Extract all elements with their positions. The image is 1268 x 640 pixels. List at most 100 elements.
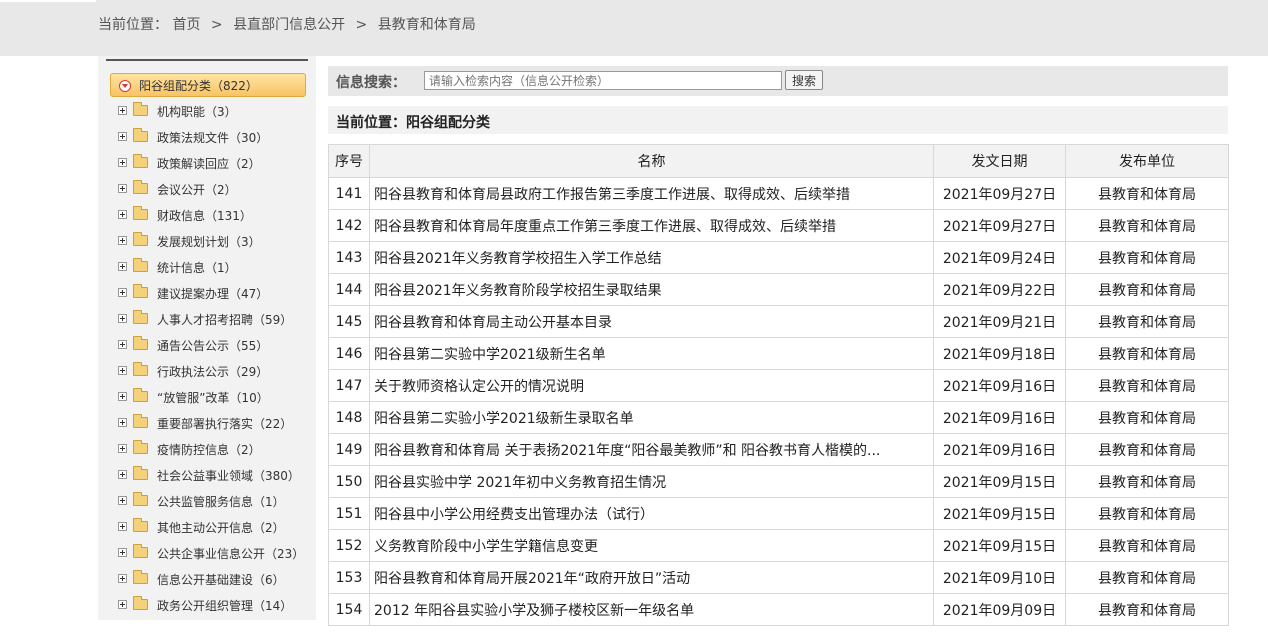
expand-plus-icon[interactable] <box>118 340 127 349</box>
tree-item[interactable]: 其他主动公开信息（2） <box>118 518 314 537</box>
column-header-name: 名称 <box>369 144 934 178</box>
collapse-arrow-icon[interactable] <box>119 80 131 92</box>
tree-item[interactable]: 公共企事业信息公开（23） <box>118 544 314 563</box>
row-title-link[interactable]: 阳谷县教育和体育局县政府工作报告第三季度工作进展、取得成效、后续举措 <box>369 177 934 210</box>
tree-item[interactable]: “放管服”改革（10） <box>118 388 314 407</box>
expand-plus-icon[interactable] <box>118 184 127 193</box>
row-unit-cell: 县教育和体育局 <box>1065 529 1229 562</box>
expand-plus-icon[interactable] <box>118 496 127 505</box>
tree-item[interactable]: 疫情防控信息（2） <box>118 440 314 459</box>
row-title-link[interactable]: 义务教育阶段中小学生学籍信息变更 <box>369 529 934 562</box>
tree-item[interactable]: 会议公开（2） <box>118 180 314 199</box>
row-title-link[interactable]: 阳谷县第二实验小学2021级新生录取名单 <box>369 401 934 434</box>
tree-item-label[interactable]: 信息公开基础建设（6） <box>157 571 285 589</box>
expand-plus-icon[interactable] <box>118 314 127 323</box>
tree-item[interactable]: 机构职能（3） <box>118 102 314 121</box>
row-title-link[interactable]: 2012 年阳谷县实验小学及狮子楼校区新一年级名单 <box>369 593 934 626</box>
folder-icon <box>133 414 148 428</box>
expand-plus-icon[interactable] <box>118 262 127 271</box>
tree-item-label[interactable]: 会议公开（2） <box>157 181 237 199</box>
tree-item[interactable]: 建议提案办理（47） <box>118 284 314 303</box>
tree-item-label[interactable]: 社会公益事业领域（380） <box>157 467 300 485</box>
tree-item[interactable]: 社会公益事业领域（380） <box>118 466 314 485</box>
expand-plus-icon[interactable] <box>118 288 127 297</box>
row-title-link[interactable]: 阳谷县实验中学 2021年初中义务教育招生情况 <box>369 465 934 498</box>
tree-item-label[interactable]: 机构职能（3） <box>157 103 237 121</box>
expand-plus-icon[interactable] <box>118 444 127 453</box>
row-date-cell: 2021年09月27日 <box>933 177 1066 210</box>
expand-plus-icon[interactable] <box>118 106 127 115</box>
breadcrumb-current-link[interactable]: 县教育和体育局 <box>378 14 476 34</box>
expand-plus-icon[interactable] <box>118 548 127 557</box>
tree-item-label[interactable]: 政策解读回应（2） <box>157 155 261 173</box>
expand-plus-icon[interactable] <box>118 600 127 609</box>
tree-item[interactable]: 政务公开组织管理（14） <box>118 596 314 615</box>
tree-item-label[interactable]: 公共企事业信息公开（23） <box>157 545 304 563</box>
folder-icon <box>133 206 148 220</box>
tree-item-label[interactable]: “放管服”改革（10） <box>157 389 269 407</box>
expand-plus-icon[interactable] <box>118 418 127 427</box>
tree-item[interactable]: 政策法规文件（30） <box>118 128 314 147</box>
tree-item-label[interactable]: 公共监管服务信息（1） <box>157 493 285 511</box>
table-row: 145 阳谷县教育和体育局主动公开基本目录 2021年09月21日 县教育和体育局 <box>328 305 1229 338</box>
folder-icon <box>133 544 148 558</box>
expand-plus-icon[interactable] <box>118 236 127 245</box>
row-title-link[interactable]: 阳谷县中小学公用经费支出管理办法（试行） <box>369 497 934 530</box>
search-button[interactable]: 搜索 <box>785 70 823 90</box>
row-title-link[interactable]: 阳谷县第二实验中学2021级新生名单 <box>369 337 934 370</box>
table-row: 146 阳谷县第二实验中学2021级新生名单 2021年09月18日 县教育和体育局 <box>328 337 1229 370</box>
breadcrumb-separator: > <box>355 17 368 33</box>
tree-item-label[interactable]: 政务公开组织管理（14） <box>157 597 292 615</box>
row-title-link[interactable]: 阳谷县2021年义务教育阶段学校招生录取结果 <box>369 273 934 306</box>
tree-item-label[interactable]: 统计信息（1） <box>157 259 237 277</box>
expand-plus-icon[interactable] <box>118 158 127 167</box>
expand-plus-icon[interactable] <box>118 132 127 141</box>
expand-plus-icon[interactable] <box>118 366 127 375</box>
row-title-link[interactable]: 阳谷县2021年义务教育学校招生入学工作总结 <box>369 241 934 274</box>
tree-item[interactable]: 财政信息（131） <box>118 206 314 225</box>
tree-item-label[interactable]: 疫情防控信息（2） <box>157 441 261 459</box>
row-title-link[interactable]: 阳谷县教育和体育局开展2021年“政府开放日”活动 <box>369 561 934 594</box>
search-input[interactable] <box>424 71 782 90</box>
expand-plus-icon[interactable] <box>118 210 127 219</box>
tree-item[interactable]: 发展规划计划（3） <box>118 232 314 251</box>
expand-plus-icon[interactable] <box>118 392 127 401</box>
tree-item-label[interactable]: 重要部署执行落实（22） <box>157 415 292 433</box>
breadcrumb-home-link[interactable]: 首页 <box>172 14 200 34</box>
row-date-cell: 2021年09月16日 <box>933 401 1066 434</box>
row-date-cell: 2021年09月16日 <box>933 433 1066 466</box>
expand-plus-icon[interactable] <box>118 470 127 479</box>
tree-item-label[interactable]: 人事人才招考招聘（59） <box>157 311 292 329</box>
tree-item-label[interactable]: 财政信息（131） <box>157 207 252 225</box>
tree-item-label[interactable]: 发展规划计划（3） <box>157 233 261 251</box>
folder-icon <box>133 128 148 142</box>
tree-item-label[interactable]: 行政执法公示（29） <box>157 363 268 381</box>
expand-plus-icon[interactable] <box>118 522 127 531</box>
tree-item-label[interactable]: 政策法规文件（30） <box>157 129 268 147</box>
tree-item[interactable]: 行政执法公示（29） <box>118 362 314 381</box>
row-index-cell: 143 <box>328 241 370 274</box>
row-date-cell: 2021年09月15日 <box>933 529 1066 562</box>
tree-item[interactable]: 通告公告公示（55） <box>118 336 314 355</box>
documents-table: 序号 名称 发文日期 发布单位 141 阳谷县教育和体育局县政府工作报告第三季度工… <box>328 144 1229 626</box>
row-date-cell: 2021年09月15日 <box>933 497 1066 530</box>
row-date-cell: 2021年09月16日 <box>933 369 1066 402</box>
row-index-cell: 144 <box>328 273 370 306</box>
row-index-cell: 147 <box>328 369 370 402</box>
tree-item[interactable]: 统计信息（1） <box>118 258 314 277</box>
tree-item[interactable]: 人事人才招考招聘（59） <box>118 310 314 329</box>
breadcrumb-dept-link[interactable]: 县直部门信息公开 <box>233 14 345 34</box>
row-title-link[interactable]: 阳谷县教育和体育局 关于表扬2021年度“阳谷最美教师”和 阳谷教书育人楷模的.… <box>369 433 934 466</box>
expand-plus-icon[interactable] <box>118 574 127 583</box>
tree-item-label[interactable]: 建议提案办理（47） <box>157 285 268 303</box>
tree-item-label[interactable]: 通告公告公示（55） <box>157 337 268 355</box>
row-title-link[interactable]: 阳谷县教育和体育局主动公开基本目录 <box>369 305 934 338</box>
tree-item[interactable]: 重要部署执行落实（22） <box>118 414 314 433</box>
tree-item-label[interactable]: 其他主动公开信息（2） <box>157 519 285 537</box>
row-title-link[interactable]: 关于教师资格认定公开的情况说明 <box>369 369 934 402</box>
tree-item[interactable]: 信息公开基础建设（6） <box>118 570 314 589</box>
row-title-link[interactable]: 阳谷县教育和体育局年度重点工作第三季度工作进展、取得成效、后续举措 <box>369 209 934 242</box>
tree-item[interactable]: 政策解读回应（2） <box>118 154 314 173</box>
tree-item[interactable]: 公共监管服务信息（1） <box>118 492 314 511</box>
tree-root-node[interactable]: 阳谷组配分类（822） <box>110 73 306 97</box>
